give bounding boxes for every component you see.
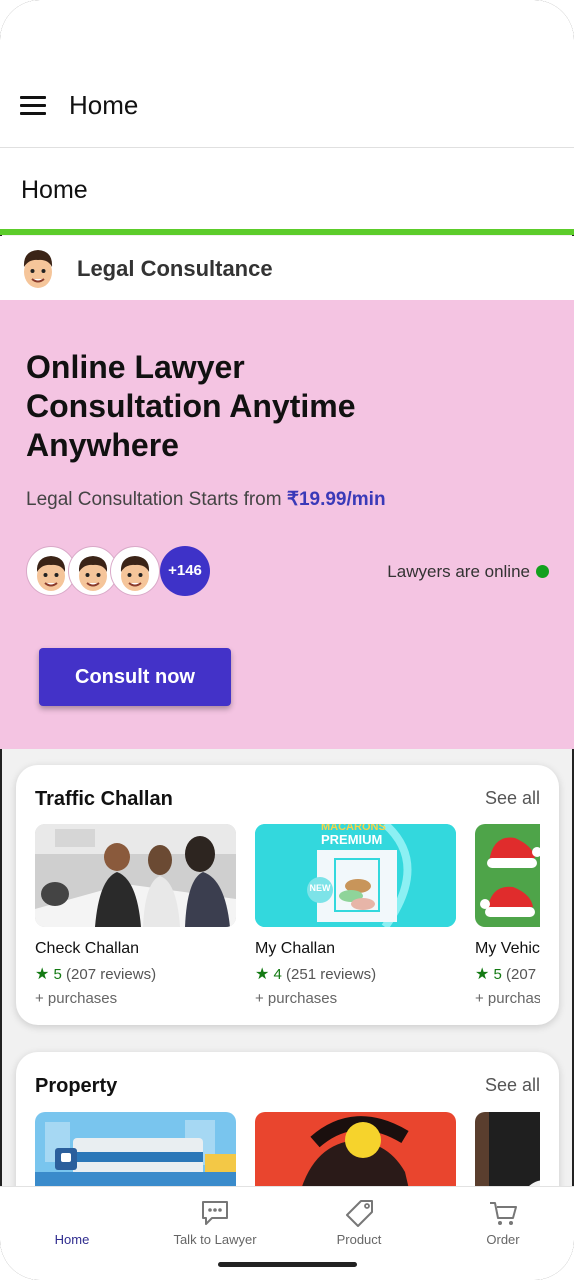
lawyer-count-badge: +146 xyxy=(160,546,210,596)
consult-now-button[interactable]: Consult now xyxy=(39,648,231,706)
star-icon: ★ xyxy=(255,966,270,983)
product-rating: ★ 4 (251 reviews) xyxy=(255,964,456,984)
new-badge: NEW xyxy=(309,883,331,893)
review-count: (207 reviews) xyxy=(66,966,157,983)
online-status-dot xyxy=(536,565,549,578)
traffic-challan-card: Traffic Challan See all Check Challan ★ … xyxy=(16,765,559,1025)
rating-value: 5 xyxy=(493,966,502,983)
product-image xyxy=(475,824,540,927)
product-rating: ★ 5 (207 reviews) xyxy=(475,964,540,984)
product-rating: ★ 5 (207 reviews) xyxy=(35,964,236,984)
product-purchases: + purchases xyxy=(35,990,118,1007)
legal-consultance-title: Legal Consultance xyxy=(77,256,273,281)
nav-order-label: Order xyxy=(486,1232,520,1247)
app-bar: Home xyxy=(0,0,574,148)
tag-icon xyxy=(344,1199,374,1227)
product-carousel[interactable]: Check Challan ★ 5 (207 reviews) + purcha… xyxy=(35,824,540,1014)
nav-order[interactable]: Order xyxy=(448,1187,558,1257)
nav-talk-to-lawyer-label: Talk to Lawyer xyxy=(173,1232,257,1247)
product-name: My Vehicle xyxy=(475,940,540,957)
product-image xyxy=(35,824,236,927)
section-title: Traffic Challan xyxy=(35,788,173,810)
see-all-link[interactable]: See all xyxy=(485,1075,540,1096)
review-count: (207 reviews) xyxy=(506,966,540,983)
star-icon: ★ xyxy=(475,966,490,983)
product-name: My Challan xyxy=(255,940,336,957)
nav-product[interactable]: Product xyxy=(304,1187,414,1257)
hero-price: ₹19.99/min xyxy=(286,489,386,510)
page-title: Home xyxy=(21,176,88,204)
star-icon: ★ xyxy=(35,966,50,983)
rating-value: 5 xyxy=(53,966,62,983)
lawyer-avatar-icon xyxy=(18,245,58,291)
review-count: (251 reviews) xyxy=(286,966,377,983)
banner-text-main: PREMIUM xyxy=(321,832,383,847)
product-card[interactable]: MACARONS PREMIUM NEW My Challan ★ 4 (251… xyxy=(255,824,456,1007)
hero-subtitle: Legal Consultation Starts from ₹19.99/mi… xyxy=(26,488,386,511)
product-card[interactable]: Check Challan ★ 5 (207 reviews) + purcha… xyxy=(35,824,236,1007)
hamburger-menu-icon[interactable] xyxy=(20,96,46,116)
see-all-link[interactable]: See all xyxy=(485,788,540,809)
home-indicator[interactable] xyxy=(218,1262,357,1267)
nav-home[interactable]: Home xyxy=(17,1187,127,1257)
chat-bubble-icon xyxy=(200,1199,230,1227)
hero-subtitle-text: Legal Consultation Starts from xyxy=(26,489,287,510)
app-bar-title: Home xyxy=(69,90,139,120)
nav-talk-to-lawyer[interactable]: Talk to Lawyer xyxy=(160,1187,270,1257)
product-name: Check Challan xyxy=(35,940,140,957)
product-card[interactable]: My Vehicle ★ 5 (207 reviews) + purchases xyxy=(475,824,540,1007)
product-purchases: + purchases xyxy=(255,990,338,1007)
section-title: Property xyxy=(35,1075,118,1097)
phone-frame: Home Home Legal Consultance Online Lawye… xyxy=(0,0,574,1280)
hero-title: Online Lawyer Consultation Anytime Anywh… xyxy=(26,349,356,463)
product-image: MACARONS PREMIUM NEW xyxy=(255,824,456,927)
rating-value: 4 xyxy=(273,966,282,983)
accent-divider xyxy=(0,229,574,235)
lawyer-avatars: +146 xyxy=(26,546,216,596)
lawyer-avatar-icon xyxy=(110,546,160,596)
nav-home-label: Home xyxy=(54,1232,90,1247)
lawyers-online-text: Lawyers are online xyxy=(387,562,530,581)
nav-product-label: Product xyxy=(336,1232,382,1247)
product-purchases: + purchases xyxy=(475,990,540,1007)
cart-icon xyxy=(488,1199,518,1227)
